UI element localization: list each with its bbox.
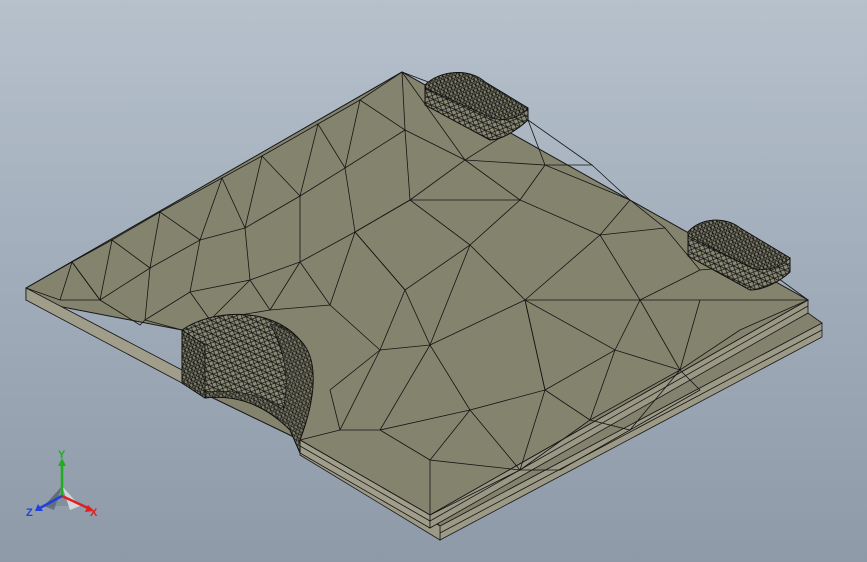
plate-top-face <box>25 71 810 516</box>
orientation-triad[interactable]: Y X Z <box>22 448 112 528</box>
triad-graphic: Y X Z <box>26 449 98 519</box>
meshed-part[interactable] <box>0 0 867 562</box>
graphics-viewport[interactable]: Y X Z <box>0 0 867 562</box>
arched-cutout <box>181 313 314 454</box>
y-axis-label: Y <box>58 449 66 461</box>
x-axis-label: X <box>90 507 98 519</box>
z-axis-label: Z <box>26 507 33 519</box>
